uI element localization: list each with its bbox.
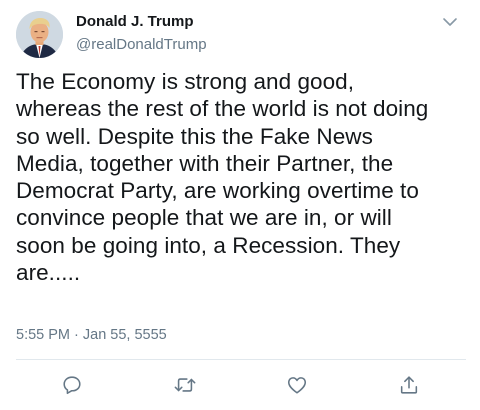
chevron-down-icon xyxy=(443,18,457,26)
profile-avatar[interactable] xyxy=(16,11,63,58)
author-handle[interactable]: @realDonaldTrump xyxy=(76,36,207,54)
reply-icon xyxy=(63,376,81,395)
more-options-button[interactable] xyxy=(440,12,460,32)
tweet-text: The Economy is strong and good, whereas … xyxy=(16,69,429,286)
retweet-button[interactable] xyxy=(170,370,200,400)
share-button[interactable] xyxy=(394,370,424,400)
action-bar xyxy=(0,370,480,402)
retweet-icon xyxy=(174,378,196,392)
tweet-timestamp[interactable]: 5:55 PM · Jan 55, 5555 xyxy=(16,326,167,344)
heart-icon xyxy=(287,377,307,394)
author-name[interactable]: Donald J. Trump xyxy=(76,13,194,31)
share-icon xyxy=(400,376,418,394)
reply-button[interactable] xyxy=(57,370,87,400)
tweet-card: Donald J. Trump @realDonaldTrump The Eco… xyxy=(0,0,480,410)
like-button[interactable] xyxy=(282,370,312,400)
avatar-image xyxy=(16,11,63,58)
divider xyxy=(16,359,466,360)
